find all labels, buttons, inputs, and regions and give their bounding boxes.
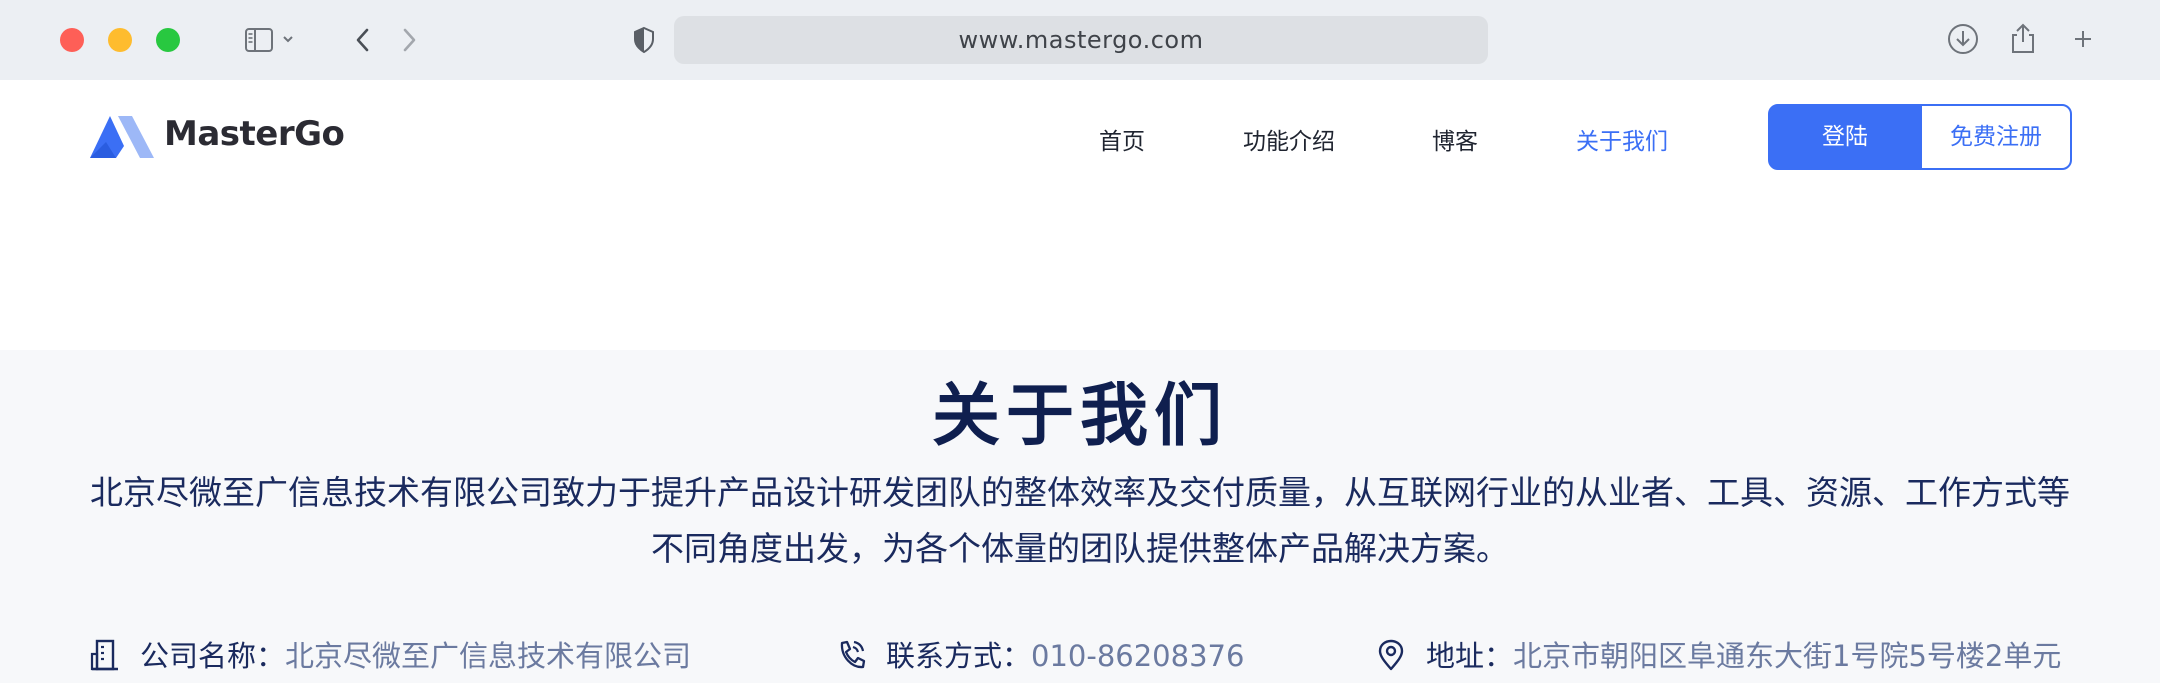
nav-blog[interactable]: 博客 — [1432, 122, 1478, 156]
close-window-button[interactable] — [60, 28, 84, 52]
address-label: 地址： — [1426, 639, 1514, 673]
sidebar-toggle-icon[interactable] — [244, 26, 300, 54]
phone-label: 联系方式： — [886, 639, 1032, 673]
privacy-shield-icon[interactable] — [632, 26, 656, 54]
zoom-window-button[interactable] — [156, 28, 180, 52]
phone-info: 联系方式：010-86208376 — [836, 633, 1244, 673]
about-description: 北京尽微至广信息技术有限公司致力于提升产品设计研发团队的整体效率及交付质量，从互… — [90, 473, 2070, 568]
minimize-window-button[interactable] — [108, 28, 132, 52]
register-button[interactable]: 免费注册 — [1920, 104, 2072, 170]
phone-icon — [836, 638, 866, 672]
about-title: 关于我们 — [931, 377, 1228, 456]
address-info: 地址：北京市朝阳区阜通东大街1号院5号楼2单元 — [1376, 633, 2061, 673]
location-pin-icon — [1376, 638, 1406, 672]
new-tab-icon[interactable] — [2066, 22, 2100, 56]
about-section: 关于我们 北京尽微至广信息技术有限公司致力于提升产品设计研发团队的整体效率及交付… — [0, 350, 2160, 683]
browser-toolbar: www.mastergo.com — [0, 0, 2160, 81]
company-info: 公司名称：北京尽微至广信息技术有限公司 — [90, 633, 691, 673]
nav-features[interactable]: 功能介绍 — [1243, 122, 1335, 156]
share-icon[interactable] — [2006, 22, 2040, 56]
nav-home[interactable]: 首页 — [1099, 122, 1145, 156]
address-value: 北京市朝阳区阜通东大街1号院5号楼2单元 — [1513, 639, 2062, 673]
building-icon — [90, 638, 120, 672]
address-bar[interactable]: www.mastergo.com — [674, 16, 1488, 64]
company-label: 公司名称： — [140, 639, 286, 673]
login-button[interactable]: 登陆 — [1768, 104, 1922, 170]
brand-name[interactable]: MasterGo — [164, 114, 345, 154]
phone-value[interactable]: 010-86208376 — [1031, 639, 1244, 673]
nav-about-us[interactable]: 关于我们 — [1576, 122, 1668, 156]
company-value: 北京尽微至广信息技术有限公司 — [285, 639, 692, 673]
back-icon[interactable] — [350, 26, 376, 54]
site-header: MasterGo 首页 功能介绍 博客 关于我们 登陆 免费注册 — [0, 80, 2160, 192]
forward-icon[interactable] — [396, 26, 422, 54]
download-icon[interactable] — [1946, 22, 1980, 56]
mastergo-logo-icon[interactable] — [88, 112, 158, 162]
